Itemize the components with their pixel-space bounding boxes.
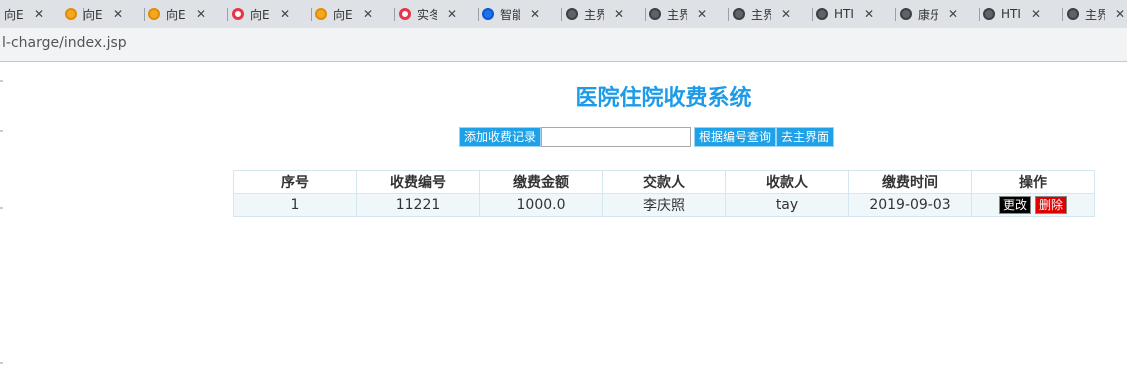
browser-tab[interactable]: 实冬 ✕ (399, 0, 479, 28)
left-edge-mark (0, 130, 3, 132)
header-actions: 操作 (971, 170, 1095, 194)
browser-tab[interactable]: 主界 ✕ (733, 0, 813, 28)
globe-icon (649, 8, 661, 20)
tab-title: 向E (166, 7, 186, 22)
browser-tab[interactable]: 智能 ✕ (482, 0, 562, 28)
orange-circle-icon (315, 8, 327, 20)
tab-separator (895, 8, 896, 21)
browser-tab[interactable]: 向E ✕ (232, 0, 312, 28)
orange-circle-icon (65, 8, 77, 20)
tab-title: 主界 (1085, 7, 1105, 22)
delete-button[interactable]: 删除 (1035, 196, 1068, 214)
tab-separator (227, 8, 228, 21)
tab-title: 主界 (584, 7, 604, 22)
browser-tab[interactable]: HTI ✕ (816, 0, 896, 28)
tab-separator (812, 8, 813, 21)
tab-title: 向E (250, 7, 270, 22)
go-home-button[interactable]: 去主界面 (776, 127, 835, 147)
close-icon[interactable]: ✕ (864, 7, 874, 21)
close-icon[interactable]: ✕ (614, 7, 624, 21)
cell-amount: 1000.0 (479, 193, 603, 217)
tab-separator (394, 8, 395, 21)
tab-separator (561, 8, 562, 21)
left-edge-mark (0, 362, 3, 364)
header-seq: 序号 (233, 170, 357, 194)
close-icon[interactable]: ✕ (530, 7, 540, 21)
tab-title: 实冬 (417, 7, 437, 22)
browser-tab[interactable]: 主界 ✕ (649, 0, 729, 28)
table-header-row: 序号 收费编号 缴费金额 交款人 收款人 缴费时间 操作 (233, 170, 1095, 194)
tab-separator (979, 8, 980, 21)
tab-title: 康乐 (918, 7, 938, 22)
browser-tab[interactable]: 主界 ✕ (1067, 0, 1127, 28)
charge-table: 序号 收费编号 缴费金额 交款人 收款人 缴费时间 操作 1 11221 100… (233, 170, 1095, 217)
red-ring-icon (399, 8, 411, 20)
tab-title: 主界 (667, 7, 687, 22)
header-amount: 缴费金额 (479, 170, 603, 194)
close-icon[interactable]: ✕ (781, 7, 791, 21)
tab-title: 主界 (751, 7, 771, 22)
globe-icon (566, 8, 578, 20)
tab-title: HTI (834, 7, 854, 21)
close-icon[interactable]: ✕ (447, 7, 457, 21)
address-bar[interactable]: l-charge/index.jsp (0, 28, 1127, 62)
toolbar: 添加收费记录 根据编号查询 去主界面 (459, 127, 835, 147)
edit-button[interactable]: 更改 (998, 196, 1031, 214)
browser-tab[interactable]: 向E ✕ (315, 0, 395, 28)
close-icon[interactable]: ✕ (1031, 7, 1041, 21)
close-icon[interactable]: ✕ (280, 7, 290, 21)
cell-actions: 更改 删除 (971, 193, 1095, 217)
tab-title: 向E (333, 7, 353, 22)
browser-tab-strip: 向E ✕ 向E ✕ 向E ✕ 向E ✕ 向E ✕ 实冬 ✕ 智能 ✕ 主界 ✕ 主界 ✕ 主界 ✕ HTI ✕ 康乐 ✕ HTI… (0, 0, 1127, 28)
cell-seq: 1 (233, 193, 357, 217)
tab-separator (645, 8, 646, 21)
browser-tab[interactable]: 主界 ✕ (566, 0, 646, 28)
close-icon[interactable]: ✕ (948, 7, 958, 21)
cell-charge-no: 11221 (356, 193, 480, 217)
close-icon[interactable]: ✕ (196, 7, 206, 21)
address-url[interactable]: l-charge/index.jsp (2, 35, 127, 51)
add-record-button[interactable]: 添加收费记录 (459, 127, 542, 147)
tab-separator (728, 8, 729, 21)
blue-circle-icon (482, 8, 494, 20)
header-charge-no: 收费编号 (356, 170, 480, 194)
orange-circle-icon (148, 8, 160, 20)
browser-tab[interactable]: 康乐 ✕ (900, 0, 980, 28)
red-ring-icon (232, 8, 244, 20)
globe-icon (900, 8, 912, 20)
tab-separator (1062, 8, 1063, 21)
close-icon[interactable]: ✕ (113, 7, 123, 21)
tab-separator (144, 8, 145, 21)
browser-tab[interactable]: 向E ✕ (65, 0, 145, 28)
tab-separator (478, 8, 479, 21)
header-payer: 交款人 (602, 170, 726, 194)
globe-icon (1067, 8, 1079, 20)
globe-icon (733, 8, 745, 20)
tab-title: 向E (83, 7, 103, 22)
header-date: 缴费时间 (848, 170, 972, 194)
browser-tab[interactable]: HTI ✕ (983, 0, 1063, 28)
cell-date: 2019-09-03 (848, 193, 972, 217)
close-icon[interactable]: ✕ (363, 7, 373, 21)
close-icon[interactable]: ✕ (697, 7, 707, 21)
close-icon[interactable]: ✕ (34, 7, 44, 21)
table-row: 1 11221 1000.0 李庆照 tay 2019-09-03 更改 删除 (233, 193, 1095, 217)
tab-title: HTI (1001, 7, 1021, 21)
globe-icon (983, 8, 995, 20)
close-icon[interactable]: ✕ (1115, 7, 1125, 21)
browser-tab[interactable]: 向E ✕ (148, 0, 228, 28)
header-receiver: 收款人 (725, 170, 849, 194)
search-by-number-button[interactable]: 根据编号查询 (694, 127, 777, 147)
globe-icon (816, 8, 828, 20)
tab-title: 向E (4, 7, 24, 22)
left-edge-mark (0, 207, 3, 209)
search-input[interactable] (541, 127, 692, 147)
cell-payer: 李庆照 (602, 193, 726, 217)
page-title: 医院住院收费系统 (575, 86, 752, 111)
tab-separator (311, 8, 312, 21)
tab-title: 智能 (500, 7, 520, 22)
cell-receiver: tay (725, 193, 849, 217)
